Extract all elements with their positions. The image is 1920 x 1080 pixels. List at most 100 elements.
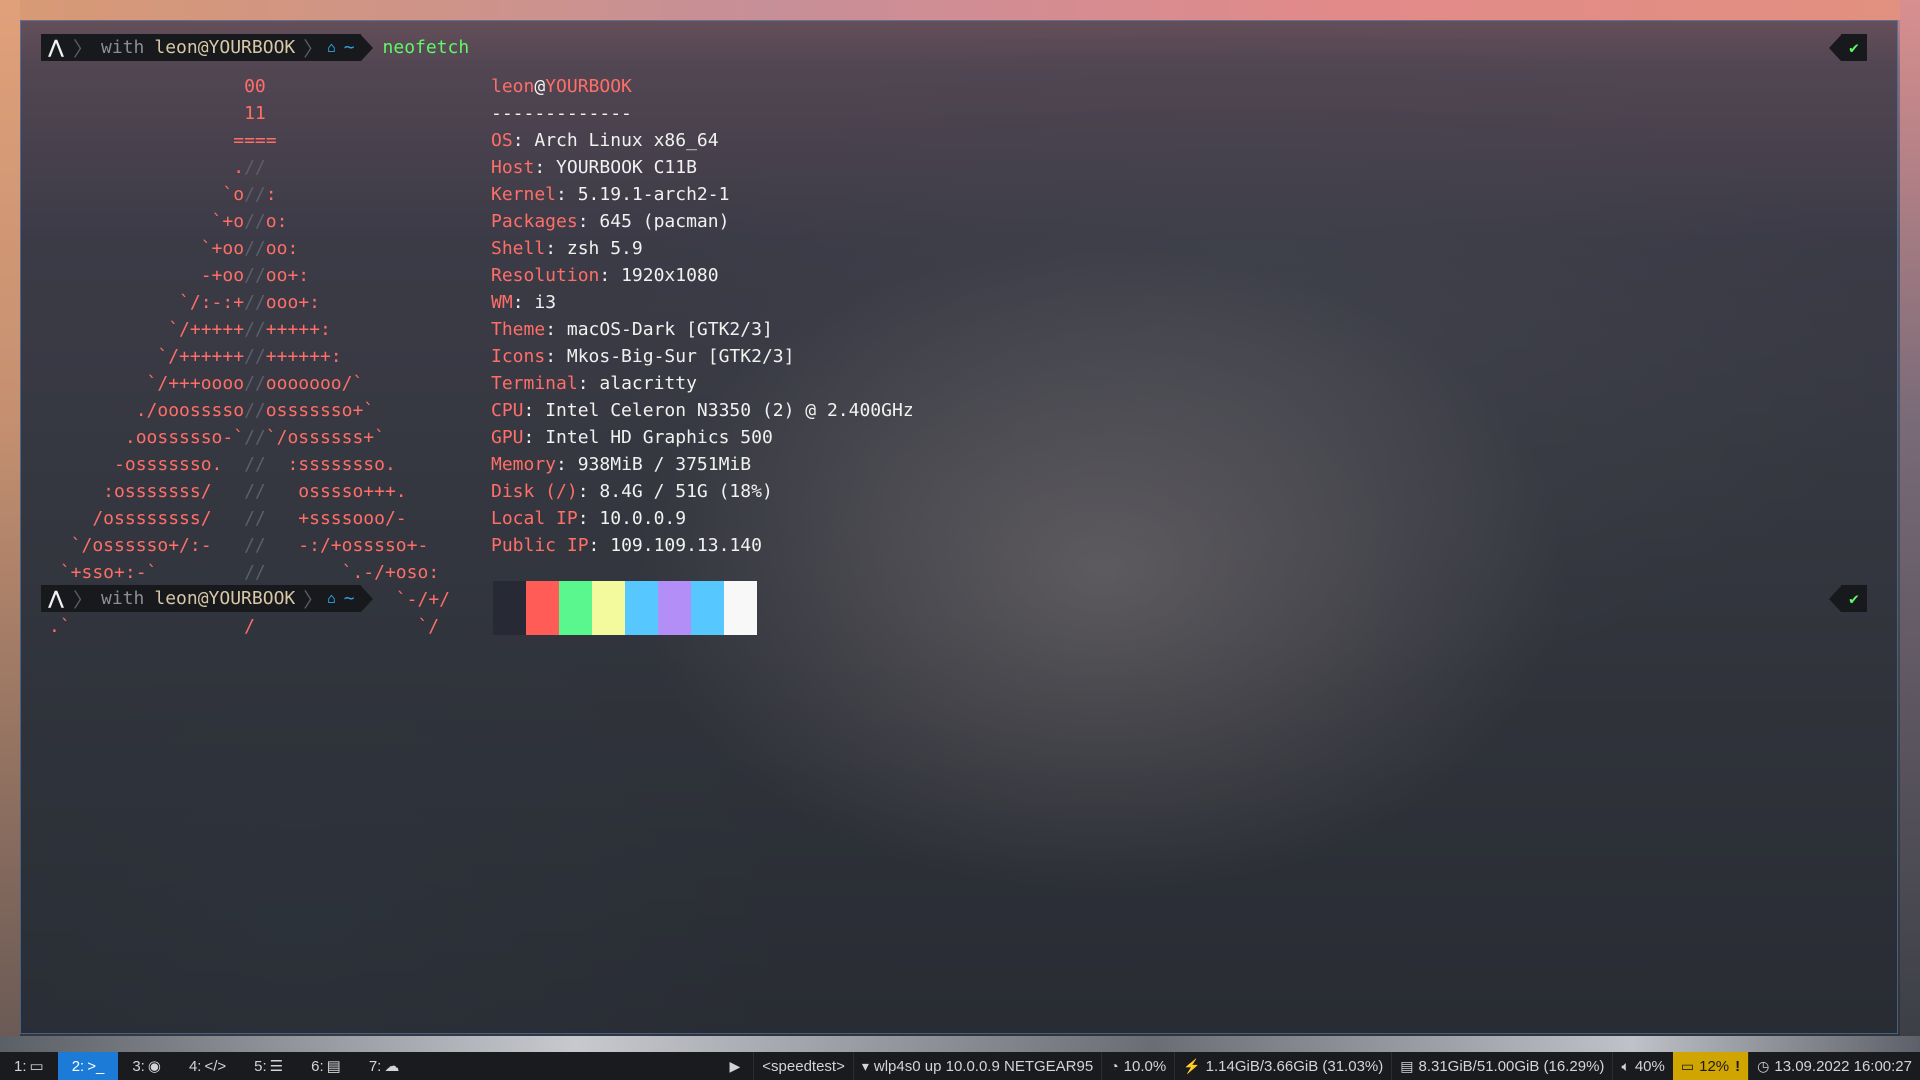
workspace-7[interactable]: 7: ☁ (355, 1052, 414, 1080)
clock-block[interactable]: ◷ 13.09.2022 16:00:27 (1748, 1052, 1920, 1080)
wifi-icon: ▾ (861, 1057, 869, 1074)
info-row: OS: Arch Linux x86_64 (491, 127, 914, 154)
info-colon: : (534, 157, 557, 178)
info-row: Kernel: 5.19.1-arch2-1 (491, 181, 914, 208)
info-value: 109.109.13.140 (610, 535, 762, 556)
battery-block[interactable]: ▭ 12%! (1672, 1052, 1749, 1080)
warning-icon: ! (1735, 1057, 1741, 1075)
arch-ascii-logo: 00 11 ==== .// `o//: `+o//o: `+oo//oo: -… (49, 73, 450, 640)
terminal-window[interactable]: ⋀ 〉 with leon@YOURBOOK 〉 ⌂ ~ neofetch ✔ … (20, 20, 1898, 1034)
workspace-6[interactable]: 6: ▤ (297, 1052, 355, 1080)
info-value: alacritty (599, 373, 697, 394)
terminal-icon: >_ (87, 1057, 105, 1075)
info-value: 10.0.0.9 (599, 508, 687, 529)
wallpaper-right (1900, 0, 1920, 1040)
info-colon: : (545, 238, 567, 259)
memory-block[interactable]: ⚡ 1.14GiB/3.66GiB (31.03%) (1174, 1052, 1391, 1080)
wallpaper-bottom (0, 1036, 1920, 1052)
info-colon: : (577, 481, 600, 502)
prompt-context: with leon@YOURBOOK (95, 585, 302, 612)
ascii-line: `/ossssso+/:- // -:/+osssso+- (49, 535, 429, 556)
info-value: zsh 5.9 (566, 238, 643, 259)
ascii-line: -+oo//oo+: (49, 265, 310, 286)
palette-swatch (691, 581, 724, 635)
info-colon: : (512, 130, 535, 151)
workspace-label: 4: (188, 1057, 202, 1075)
prompt-user: leon@YOURBOOK (154, 588, 296, 609)
info-row: CPU: Intel Celeron N3350 (2) @ 2.400GHz (491, 397, 914, 424)
info-colon: : (523, 427, 546, 448)
info-key: Shell (491, 238, 546, 259)
ascii-line: :osssssss/ // osssso+++. (49, 481, 407, 502)
info-colon: : (523, 400, 546, 421)
workspace-label: 6: (311, 1057, 324, 1075)
prompt-context: with leon@YOURBOOK (95, 34, 302, 61)
separator-icon: 〉 (301, 34, 326, 61)
prompt-end (360, 585, 373, 612)
check-icon: ✔ (1841, 585, 1867, 612)
info-colon: : (545, 346, 567, 367)
ascii-line: 00 (49, 76, 266, 97)
info-row: Host: YOURBOOK C11B (491, 154, 914, 181)
ascii-line: `/:-:+//ooo+: (49, 292, 320, 313)
wifi-block[interactable]: ▾ wlp4s0 up 10.0.0.9 NETGEAR95 (852, 1052, 1101, 1080)
monitor-icon: ▭ (29, 1058, 44, 1075)
ascii-line: -osssssso. // :ssssssso. (49, 454, 396, 475)
volume-block[interactable]: 🔈︎ 40% (1612, 1052, 1672, 1080)
arch-icon: ⋀ (41, 585, 71, 612)
volume-label: 40% (1634, 1057, 1665, 1075)
prompt-end (360, 34, 373, 61)
ascii-line: `/+++++//+++++: (49, 319, 331, 340)
info-key: Disk (/) (491, 481, 578, 502)
prompt-with: with (101, 37, 145, 58)
info-row: Terminal: alacritty (491, 370, 914, 397)
info-value: YOURBOOK C11B (556, 157, 697, 178)
ascii-line: 11 (49, 103, 266, 124)
wallpaper-top (0, 0, 1920, 20)
info-key: Packages (491, 211, 578, 232)
media-block[interactable]: ▶ (722, 1052, 754, 1080)
info-key: Kernel (491, 184, 557, 205)
ascii-line: ./ooosssso//osssssso+` (49, 400, 375, 421)
at-sign: @ (534, 76, 546, 97)
firefox-icon: ◉ (147, 1058, 161, 1075)
status-bar: 1: ▭ 2: >_ 3: ◉ 4: </> 5: ☰ 6: ▤ 7: ☁ ▶ <speedtest> ▾… (0, 1052, 1920, 1080)
workspace-3[interactable]: 3: ◉ (118, 1052, 175, 1080)
info-key: Resolution (491, 265, 600, 286)
ascii-line: `+o//o: (49, 211, 288, 232)
ascii-line: .// (49, 157, 266, 178)
status-ok-1: ✔ (1829, 34, 1867, 61)
ascii-line: `/+++oooo//ooooooo/` (49, 373, 364, 394)
prompt-dir-label: ~ (343, 588, 355, 609)
user-host: leon@YOURBOOK (491, 73, 914, 100)
disk-label: 8.31GiB/51.00GiB (16.29%) (1418, 1057, 1605, 1075)
palette-swatch (559, 581, 592, 635)
disk-block[interactable]: ▤ 8.31GiB/51.00GiB (16.29%) (1391, 1052, 1612, 1080)
prompt-user: leon@YOURBOOK (154, 37, 296, 58)
workspace-1[interactable]: 1: ▭ (0, 1052, 58, 1080)
memory-icon: ⚡ (1183, 1057, 1201, 1074)
prompt-line-1: ⋀ 〉 with leon@YOURBOOK 〉 ⌂ ~ neofetch (41, 34, 469, 61)
info-row: Memory: 938MiB / 3751MiB (491, 451, 914, 478)
info-value: Intel Celeron N3350 (2) @ 2.400GHz (545, 400, 914, 421)
command-text: neofetch (382, 37, 470, 58)
info-colon: : (556, 184, 578, 205)
workspace-4[interactable]: 4: </> (175, 1052, 240, 1080)
info-row: Theme: macOS-Dark [GTK2/3] (491, 316, 914, 343)
color-palette (493, 581, 757, 635)
workspace-label: 2: (71, 1057, 85, 1075)
workspace-5[interactable]: 5: ☰ (240, 1052, 297, 1080)
wifi-label: wlp4s0 up 10.0.0.9 NETGEAR95 (873, 1057, 1094, 1075)
info-colon: : (577, 508, 600, 529)
cpu-block[interactable]: ◔ 10.0% (1101, 1052, 1174, 1080)
info-key: OS (491, 130, 513, 151)
code-icon: </> (204, 1057, 227, 1075)
info-colon: : (577, 373, 600, 394)
workspace-2[interactable]: 2: >_ (57, 1052, 119, 1080)
info-row: Resolution: 1920x1080 (491, 262, 914, 289)
speedtest-block[interactable]: <speedtest> (753, 1052, 853, 1080)
info-colon: : (545, 319, 567, 340)
prompt-line-2[interactable]: ⋀ 〉 with leon@YOURBOOK 〉 ⌂ ~ (41, 585, 373, 612)
info-key: Host (491, 157, 535, 178)
ascii-line: `o//: (49, 184, 277, 205)
